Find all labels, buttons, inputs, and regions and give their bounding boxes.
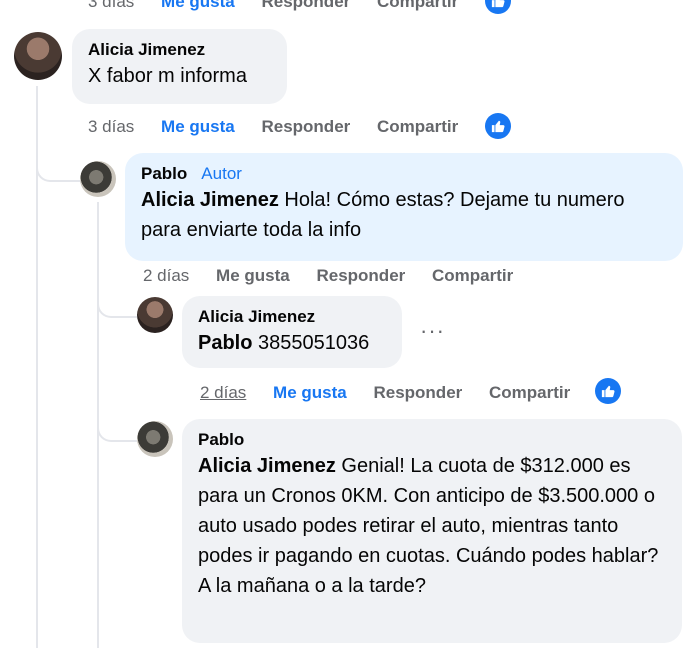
thread-branch-1 <box>36 160 80 182</box>
comment-text: Alicia Jimenez Genial! La cuota de $312.… <box>198 451 668 601</box>
comment-text: Alicia Jimenez Hola! Cómo estas? Dejame … <box>141 185 669 245</box>
reply-link[interactable]: Responder <box>373 383 462 403</box>
more-options-icon[interactable]: ··· <box>420 318 445 344</box>
timestamp[interactable]: 3 días <box>88 117 134 137</box>
comment-body: 3855051036 <box>252 332 370 354</box>
timestamp[interactable]: 2 días <box>200 383 246 403</box>
like-reaction-icon[interactable] <box>485 113 511 139</box>
comment-bubble: Pablo Autor Alicia Jimenez Hola! Cómo est… <box>125 153 683 261</box>
like-reaction-icon[interactable] <box>485 0 511 14</box>
share-link[interactable]: Compartir <box>489 383 570 403</box>
top-actions-row: 3 días Me gusta Responder Compartir <box>88 0 480 12</box>
share-link[interactable]: Compartir <box>377 117 458 137</box>
thread-branch-3 <box>97 420 137 442</box>
like-link[interactable]: Me gusta <box>273 383 347 403</box>
timestamp[interactable]: 3 días <box>88 0 134 12</box>
comment-text: X fabor m informa <box>88 65 247 87</box>
comment-author[interactable]: Alicia Jimenez <box>88 39 273 61</box>
mention-link[interactable]: Pablo <box>198 332 252 354</box>
reply-link[interactable]: Responder <box>261 0 350 12</box>
thread-branch-2 <box>97 296 137 318</box>
avatar[interactable] <box>137 297 173 333</box>
comment-actions: 3 días Me gusta Responder Compartir <box>88 117 480 137</box>
like-link[interactable]: Me gusta <box>216 266 290 286</box>
comment-actions: 2 días Me gusta Responder Compartir <box>200 383 592 403</box>
avatar[interactable] <box>80 161 116 197</box>
comment-bubble: Alicia Jimenez X fabor m informa <box>72 29 287 104</box>
like-reaction-icon[interactable] <box>595 378 621 404</box>
comment-author[interactable]: Alicia Jimenez <box>198 306 388 328</box>
comment-header: Pablo Autor <box>141 163 669 185</box>
avatar[interactable] <box>137 421 173 457</box>
timestamp[interactable]: 2 días <box>143 266 189 286</box>
reply-link[interactable]: Responder <box>261 117 350 137</box>
share-link[interactable]: Compartir <box>432 266 513 286</box>
mention-link[interactable]: Alicia Jimenez <box>198 455 336 477</box>
like-link[interactable]: Me gusta <box>161 117 235 137</box>
comment-text: Pablo 3855051036 <box>198 328 388 358</box>
avatar[interactable] <box>14 32 62 80</box>
mention-link[interactable]: Alicia Jimenez <box>141 189 279 211</box>
author-badge: Autor <box>201 164 242 183</box>
comment-actions: 2 días Me gusta Responder Compartir <box>143 266 535 286</box>
comment-author[interactable]: Pablo <box>141 164 187 183</box>
share-link[interactable]: Compartir <box>377 0 458 12</box>
comment-author[interactable]: Pablo <box>198 429 668 451</box>
comment-bubble: Alicia Jimenez Pablo 3855051036 <box>182 296 402 368</box>
reply-link[interactable]: Responder <box>316 266 405 286</box>
comment-bubble: Pablo Alicia Jimenez Genial! La cuota de… <box>182 419 682 643</box>
like-link[interactable]: Me gusta <box>161 0 235 12</box>
